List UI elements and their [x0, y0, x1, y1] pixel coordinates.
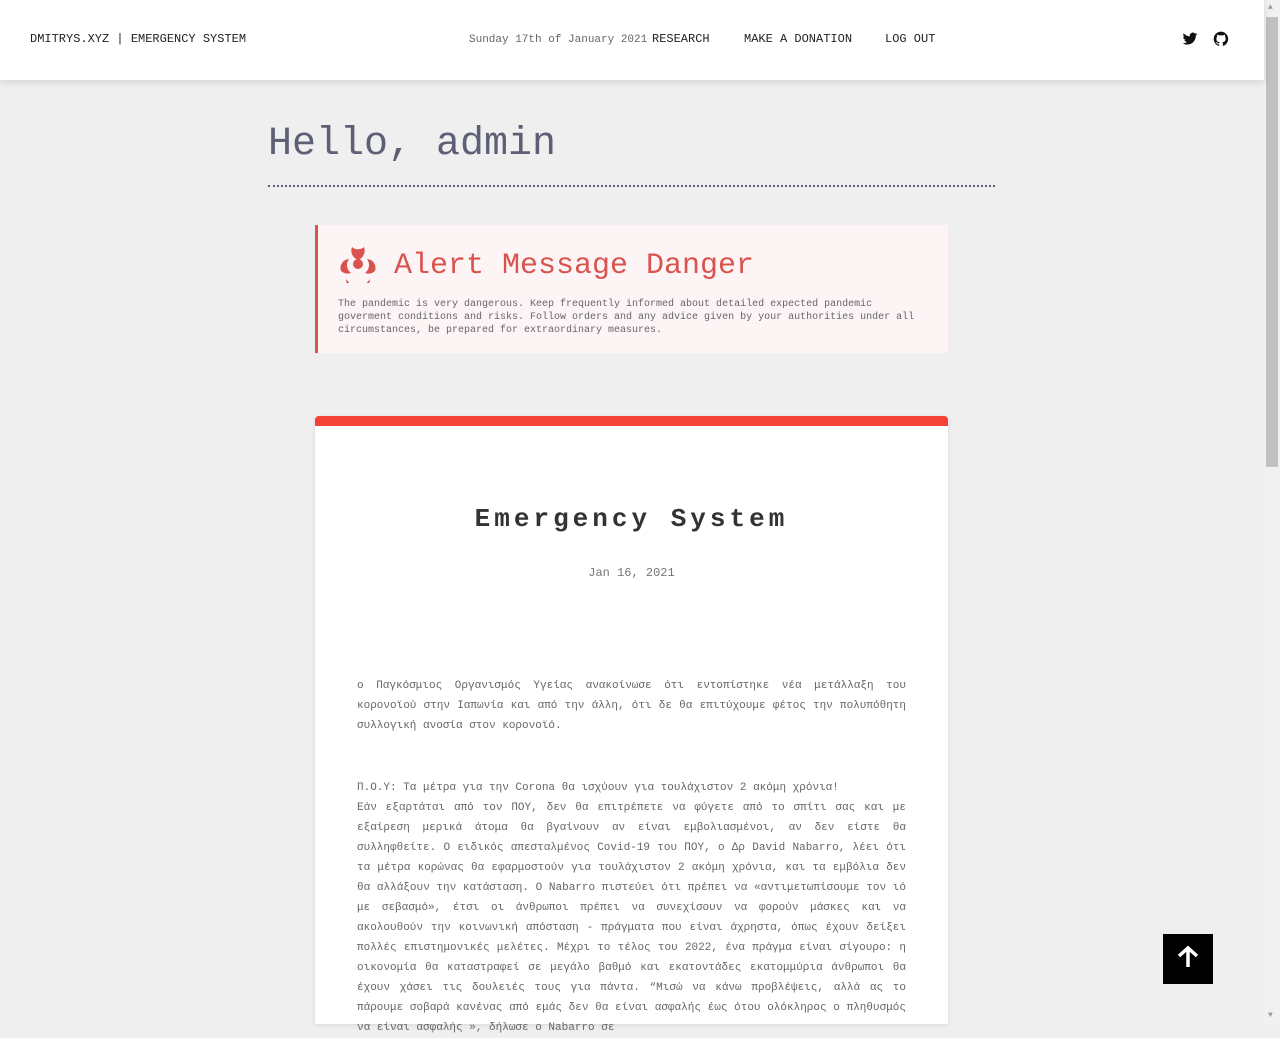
- github-icon[interactable]: [1213, 31, 1229, 52]
- post-paragraph: Εάν εξαρτάται από τον ΠΟΥ, δεν θα επιτρέ…: [357, 802, 906, 1034]
- greeting-heading: Hello, admin: [268, 122, 557, 167]
- twitter-icon[interactable]: [1182, 31, 1198, 52]
- nav-research[interactable]: RESEARCH: [652, 32, 710, 46]
- top-header: DMITRYS.XYZ | EMERGENCY SYSTEM Sunday 17…: [0, 0, 1264, 80]
- post-date: Jan 16, 2021: [588, 566, 675, 580]
- scroll-up-icon[interactable]: ▲: [1268, 3, 1273, 12]
- scroll-down-icon[interactable]: ▼: [1268, 1011, 1273, 1020]
- post-card: Emergency System Jan 16, 2021 ο Παγκόσμι…: [315, 416, 948, 1034]
- brand-link[interactable]: DMITRYS.XYZ | EMERGENCY SYSTEM: [30, 32, 246, 46]
- arrow-up-icon: [1176, 945, 1200, 974]
- post-paragraph: ο Παγκόσμιος Οργανισμός Υγείας ανακοίνωσ…: [357, 680, 906, 732]
- social-icons: [1182, 31, 1229, 52]
- alert-text: The pandemic is very dangerous. Keep fre…: [338, 299, 915, 336]
- biohazard-icon: [338, 243, 378, 291]
- post-title: Emergency System: [474, 504, 789, 534]
- divider: [268, 185, 995, 187]
- alert-title: Alert Message Danger: [394, 248, 755, 283]
- current-date: Sunday 17th of January 2021: [469, 34, 648, 46]
- back-to-top-button[interactable]: [1163, 934, 1213, 984]
- page-scrollbar[interactable]: ▲ ▼: [1264, 0, 1280, 1024]
- danger-alert: Alert Message Danger The pandemic is ver…: [315, 225, 948, 353]
- scrollbar-thumb[interactable]: [1266, 17, 1278, 467]
- nav-donation[interactable]: MAKE A DONATION: [744, 32, 852, 46]
- nav-logout[interactable]: LOG OUT: [885, 32, 935, 46]
- post-subtitle: Π.Ο.Υ: Τα μέτρα για την Corona θα ισχύου…: [357, 782, 839, 794]
